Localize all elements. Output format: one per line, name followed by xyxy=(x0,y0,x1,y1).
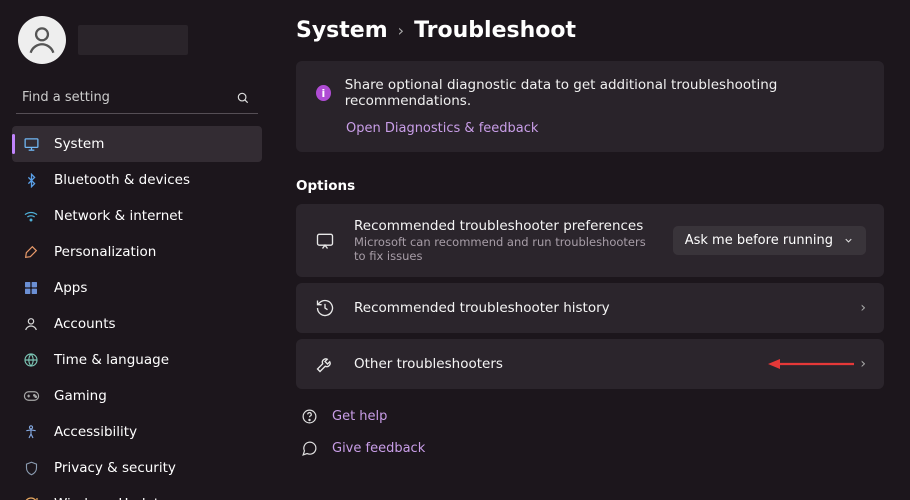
troubleshooter-preferences-card[interactable]: Recommended troubleshooter preferences M… xyxy=(296,204,884,277)
card-title: Other troubleshooters xyxy=(354,356,842,372)
link-label: Give feedback xyxy=(332,441,425,456)
help-icon xyxy=(300,407,318,425)
sidebar-item-label: Windows Update xyxy=(54,496,167,500)
accounts-icon xyxy=(22,315,40,333)
breadcrumb-parent[interactable]: System xyxy=(296,18,388,43)
chevron-right-icon: › xyxy=(860,356,866,372)
give-feedback-link[interactable]: Give feedback xyxy=(300,439,884,457)
sidebar-item-label: Accessibility xyxy=(54,424,137,440)
other-troubleshooters-card[interactable]: Other troubleshooters › xyxy=(296,339,884,389)
get-help-link[interactable]: Get help xyxy=(300,407,884,425)
sidebar-item-label: Time & language xyxy=(54,352,169,368)
sidebar-item-time[interactable]: Time & language xyxy=(12,342,262,378)
shield-icon xyxy=(22,459,40,477)
link-label: Get help xyxy=(332,409,387,424)
sidebar-item-label: Gaming xyxy=(54,388,107,404)
sidebar-item-network[interactable]: Network & internet xyxy=(12,198,262,234)
wrench-icon xyxy=(314,353,336,375)
breadcrumb: System › Troubleshoot xyxy=(296,18,884,43)
sidebar-item-label: Apps xyxy=(54,280,87,296)
sidebar-item-label: Bluetooth & devices xyxy=(54,172,190,188)
apps-icon xyxy=(22,279,40,297)
search-input[interactable] xyxy=(16,82,258,113)
options-heading: Options xyxy=(296,178,884,194)
sidebar-item-gaming[interactable]: Gaming xyxy=(12,378,262,414)
sidebar-item-system[interactable]: System xyxy=(12,126,262,162)
info-icon: i xyxy=(316,85,331,101)
open-diagnostics-link[interactable]: Open Diagnostics & feedback xyxy=(346,121,862,136)
sidebar-item-apps[interactable]: Apps xyxy=(12,270,262,306)
gaming-icon xyxy=(22,387,40,405)
chevron-right-icon: › xyxy=(860,300,866,316)
sidebar-item-accounts[interactable]: Accounts xyxy=(12,306,262,342)
history-icon xyxy=(314,297,336,319)
sidebar-item-update[interactable]: Windows Update xyxy=(12,486,262,500)
sidebar-item-label: System xyxy=(54,136,104,152)
avatar xyxy=(18,16,66,64)
chevron-down-icon xyxy=(843,235,854,246)
paintbrush-icon xyxy=(22,243,40,261)
globe-clock-icon xyxy=(22,351,40,369)
bluetooth-icon xyxy=(22,171,40,189)
card-subtitle: Microsoft can recommend and run troubles… xyxy=(354,235,655,263)
update-icon xyxy=(22,495,40,500)
chat-icon xyxy=(314,230,336,252)
diagnostic-banner: i Share optional diagnostic data to get … xyxy=(296,61,884,152)
preferences-dropdown[interactable]: Ask me before running xyxy=(673,226,866,255)
sidebar-item-label: Privacy & security xyxy=(54,460,176,476)
chevron-right-icon: › xyxy=(398,21,404,40)
user-name-placeholder xyxy=(78,25,188,55)
sidebar-item-privacy[interactable]: Privacy & security xyxy=(12,450,262,486)
sidebar-item-label: Accounts xyxy=(54,316,116,332)
dropdown-value: Ask me before running xyxy=(685,233,833,248)
sidebar-item-bluetooth[interactable]: Bluetooth & devices xyxy=(12,162,262,198)
user-profile[interactable] xyxy=(12,12,262,82)
search-container xyxy=(16,82,258,114)
sidebar-item-personalization[interactable]: Personalization xyxy=(12,234,262,270)
system-icon xyxy=(22,135,40,153)
accessibility-icon xyxy=(22,423,40,441)
page-title: Troubleshoot xyxy=(414,18,576,43)
card-title: Recommended troubleshooter preferences xyxy=(354,218,655,234)
card-title: Recommended troubleshooter history xyxy=(354,300,842,316)
search-icon xyxy=(236,91,250,105)
wifi-icon xyxy=(22,207,40,225)
banner-text: Share optional diagnostic data to get ad… xyxy=(345,77,862,109)
sidebar-item-label: Network & internet xyxy=(54,208,183,224)
troubleshooter-history-card[interactable]: Recommended troubleshooter history › xyxy=(296,283,884,333)
sidebar-item-label: Personalization xyxy=(54,244,156,260)
feedback-icon xyxy=(300,439,318,457)
sidebar-item-accessibility[interactable]: Accessibility xyxy=(12,414,262,450)
